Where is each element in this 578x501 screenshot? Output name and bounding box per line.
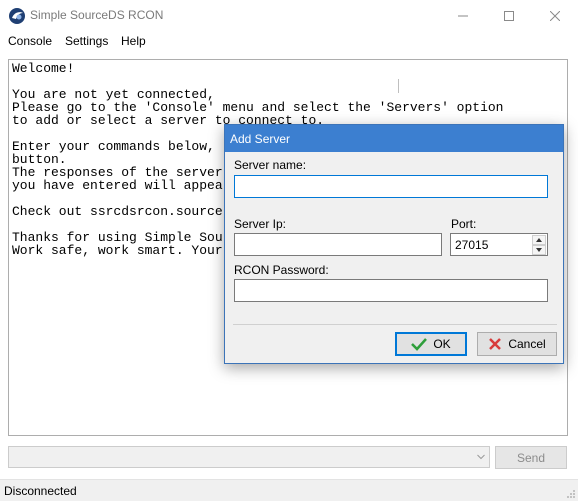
port-label: Port:	[451, 217, 477, 231]
port-decrement-button[interactable]	[532, 245, 546, 255]
command-input[interactable]	[8, 446, 490, 468]
server-ip-input[interactable]	[234, 233, 442, 256]
port-stepper[interactable]: 27015	[450, 233, 548, 256]
port-value: 27015	[455, 238, 489, 252]
minimize-icon	[458, 15, 468, 16]
server-ip-label: Server Ip:	[234, 217, 287, 231]
maximize-button[interactable]	[486, 0, 532, 31]
status-bar: Disconnected	[0, 479, 578, 501]
rcon-password-label: RCON Password:	[234, 263, 329, 277]
dialog-title-bar: Add Server	[225, 125, 563, 152]
cancel-button[interactable]: Cancel	[477, 332, 557, 356]
add-server-dialog: Add Server Server name: Server Ip: Port:…	[224, 124, 564, 364]
ok-button[interactable]: OK	[395, 332, 467, 356]
maximize-icon	[504, 10, 514, 21]
caret-up-icon	[536, 238, 542, 242]
dialog-title: Add Server	[230, 132, 291, 146]
close-icon	[550, 10, 560, 21]
caret-down-icon	[536, 248, 542, 252]
text-cursor	[398, 79, 399, 93]
menu-bar: Console Settings Help	[0, 31, 578, 51]
cancel-label: Cancel	[508, 337, 546, 351]
chevron-down-icon[interactable]	[477, 453, 485, 461]
ok-label: OK	[433, 337, 451, 351]
checkmark-icon	[411, 338, 428, 351]
dialog-separator	[233, 324, 557, 325]
window-title: Simple SourceDS RCON	[30, 8, 164, 22]
title-bar: Simple SourceDS RCON	[0, 0, 578, 31]
cancel-x-icon	[489, 338, 502, 350]
menu-console[interactable]: Console	[8, 34, 52, 48]
rcon-password-input[interactable]	[234, 279, 548, 302]
menu-settings[interactable]: Settings	[65, 34, 108, 48]
server-name-label: Server name:	[234, 158, 307, 172]
status-text: Disconnected	[4, 484, 77, 498]
send-button[interactable]: Send	[495, 446, 567, 469]
minimize-button[interactable]	[440, 0, 486, 31]
app-icon	[9, 8, 25, 24]
close-button[interactable]	[532, 0, 578, 31]
menu-help[interactable]: Help	[121, 34, 146, 48]
server-name-input[interactable]	[234, 175, 548, 198]
resize-grip-icon[interactable]	[566, 489, 576, 499]
port-increment-button[interactable]	[532, 235, 546, 245]
